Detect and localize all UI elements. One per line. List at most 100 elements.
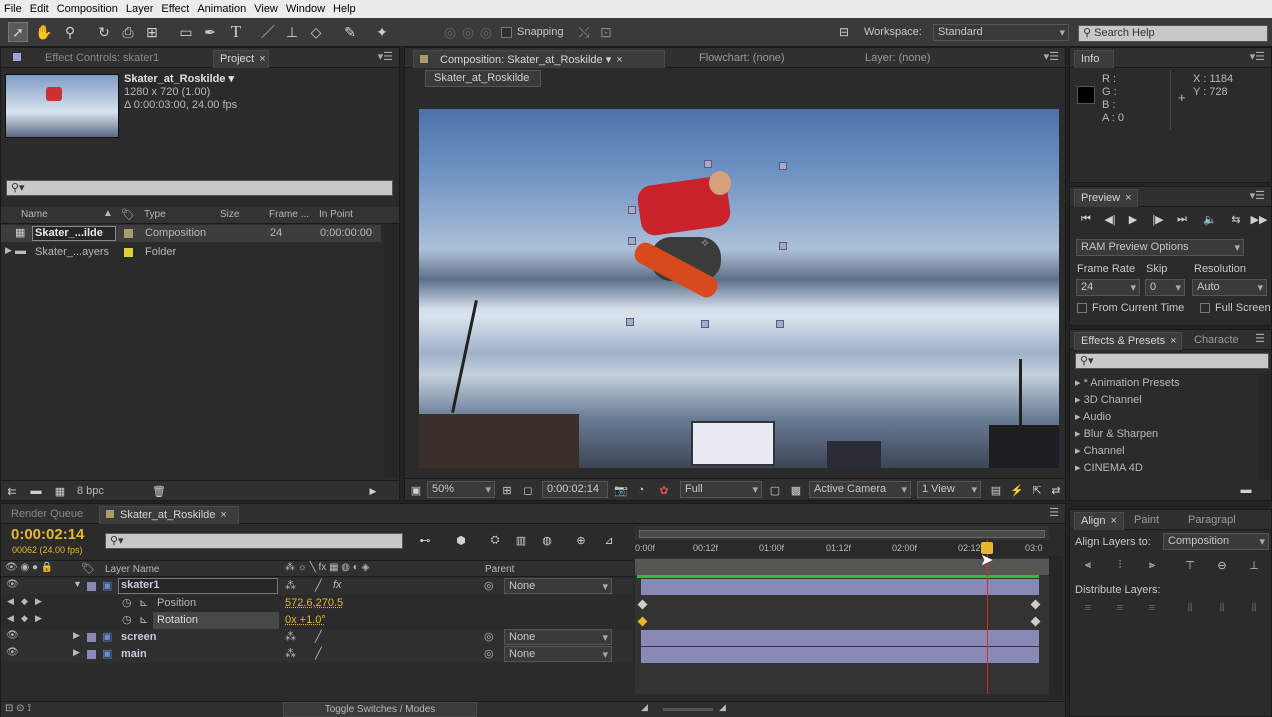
add-keyframe-icon[interactable]: ◆ [21,596,28,607]
visibility-eye-icon[interactable]: 👁 [6,579,19,590]
menu-animation[interactable]: Animation [193,3,250,15]
skip-dropdown[interactable]: 0 [1145,279,1185,296]
scroll-right-icon[interactable]: ▶ [365,483,381,499]
camera-tool-icon[interactable]: ⎙ [118,22,138,42]
visibility-eye-icon[interactable]: 👁 [6,647,19,658]
fast-preview-icon[interactable]: ⚡ [1009,482,1025,498]
comp-breadcrumb[interactable]: Skater_at_Roskilde [425,70,541,87]
menu-layer[interactable]: Layer [122,3,158,15]
close-icon[interactable]: × [259,53,265,65]
transform-handle[interactable] [704,160,712,168]
layer-duration-bar[interactable] [641,647,1039,663]
keyframe[interactable] [1030,599,1041,610]
list-item[interactable]: ▦ Skater_...ilde Composition 24 0:00:00:… [1,225,381,242]
workspace-dropdown[interactable]: Standard [933,24,1069,41]
toggle-switches-modes-button[interactable]: Toggle Switches / Modes [283,702,477,717]
col-layer-name[interactable]: Layer Name [105,564,159,575]
close-icon[interactable]: × [1110,515,1116,527]
keyframe[interactable] [1030,616,1041,627]
col-size[interactable]: Size [220,209,239,220]
toggle-pixel-aspect-icon[interactable]: ▤ [988,482,1004,498]
menu-help[interactable]: Help [329,3,360,15]
snap-features-icon[interactable]: ⊡ [596,22,616,42]
zoom-tool-icon[interactable]: ⚲ [60,22,80,42]
selection-tool-icon[interactable]: ➚ [8,22,28,42]
transform-handle[interactable] [628,237,636,245]
quality-switch-icon[interactable]: ╱ [315,630,322,643]
effect-category[interactable]: ▸ Channel [1075,444,1125,457]
stopwatch-icon[interactable]: ◷ [122,596,132,609]
motion-blur-icon[interactable]: ◍ [539,532,555,548]
close-icon[interactable]: × [220,509,226,521]
last-frame-icon[interactable]: ⏭ [1174,211,1190,227]
snap-edges-icon[interactable]: ⤯ [574,22,594,42]
region-of-interest-icon[interactable]: ▢ [767,482,783,498]
col-frame-rate[interactable]: Frame ... [269,209,309,220]
play-icon[interactable]: ▶ [1125,211,1141,227]
stopwatch-icon[interactable]: ◷ [122,613,132,626]
current-time-field[interactable]: 0:00:02:14 [542,481,608,498]
visibility-eye-icon[interactable]: 👁 [6,630,19,641]
transparency-grid-icon[interactable]: ▩ [788,482,804,498]
expand-arrow-icon[interactable]: ▶ [73,647,80,658]
transform-handle[interactable] [776,320,784,328]
previous-frame-icon[interactable]: ◀| [1102,211,1118,227]
layer-duration-bar[interactable] [641,579,1039,595]
brainstorm-icon[interactable]: ⊕ [573,532,589,548]
align-hcenter-icon[interactable]: ⫶ [1112,557,1128,573]
transform-handle[interactable] [779,162,787,170]
axis-world-icon[interactable]: ◎ [458,22,478,42]
col-in-point[interactable]: In Point [319,209,353,220]
transform-handle[interactable] [626,318,634,326]
effects-scrollbar[interactable] [1259,374,1271,480]
hide-shy-layers-icon[interactable]: ⛭ [487,532,503,548]
full-screen-checkbox[interactable] [1200,303,1210,313]
comp-name[interactable]: Skater_at_Roskilde ▾ [124,72,234,85]
menu-file[interactable]: File [0,3,26,15]
next-keyframe-icon[interactable]: ▶ [35,613,42,624]
layer-label-swatch[interactable] [87,582,96,591]
align-left-icon[interactable]: ⫷ [1080,557,1096,573]
label-swatch[interactable] [124,248,133,257]
always-preview-icon[interactable]: ▣ [408,482,424,498]
close-icon[interactable]: × [1170,335,1176,347]
rotate-tool-icon[interactable]: ↻ [94,22,114,42]
new-folder-icon[interactable]: ▬ [28,483,44,499]
align-to-dropdown[interactable]: Composition [1163,533,1269,550]
zoom-slider[interactable] [663,708,713,711]
col-parent[interactable]: Parent [485,564,514,575]
axis-view-icon[interactable]: ◎ [476,22,496,42]
channel-rgb-icon[interactable]: ✿ [656,482,672,498]
transform-handle[interactable] [779,242,787,250]
timeline-icon[interactable]: ⇱ [1029,482,1045,498]
project-search-input[interactable]: ⚲▾ [6,180,393,196]
puppet-pin-tool-icon[interactable]: ✦ [372,22,392,42]
toggle-mask-icon[interactable]: ◻ [520,482,536,498]
expand-arrow-icon[interactable]: ▶ [5,245,12,256]
tab-effects-presets[interactable]: Effects & Presets × [1074,332,1182,350]
frame-blending-icon[interactable]: ▥ [513,532,529,548]
effects-search-input[interactable]: ⚲▾ [1075,353,1269,369]
pan-behind-tool-icon[interactable]: ⊞ [142,22,162,42]
tab-preview[interactable]: Preview × [1074,189,1138,207]
col-name[interactable]: Name [21,209,48,220]
roto-brush-tool-icon[interactable]: ✎ [340,22,360,42]
tab-timeline-comp[interactable]: Skater_at_Roskilde × [99,506,239,524]
next-frame-icon[interactable]: |▶ [1150,211,1166,227]
tab-dropdown-icon[interactable]: ▾ [606,54,612,66]
resolution-dropdown[interactable]: Full [680,481,762,498]
shy-switch-icon[interactable]: ⁂ [285,579,296,592]
view-layout-dropdown[interactable]: 1 View [917,481,981,498]
comp-viewer[interactable]: ✧ [419,109,1059,468]
timeline-search-input[interactable]: ⚲▾ [105,533,403,549]
effect-category[interactable]: ▸ CINEMA 4D [1075,461,1143,474]
type-tool-icon[interactable]: T [226,22,246,42]
time-navigator[interactable] [639,530,1045,538]
tab-align[interactable]: Align × [1074,512,1124,530]
fx-switch-icon[interactable]: fx [333,579,342,591]
flowchart-icon[interactable]: ⇄ [1048,482,1064,498]
tab-info[interactable]: Info [1074,50,1114,68]
tab-effect-controls[interactable]: Effect Controls: skater1 [7,50,165,68]
bit-depth-label[interactable]: 8 bpc [77,485,104,497]
tab-character[interactable]: Characte [1188,332,1245,350]
